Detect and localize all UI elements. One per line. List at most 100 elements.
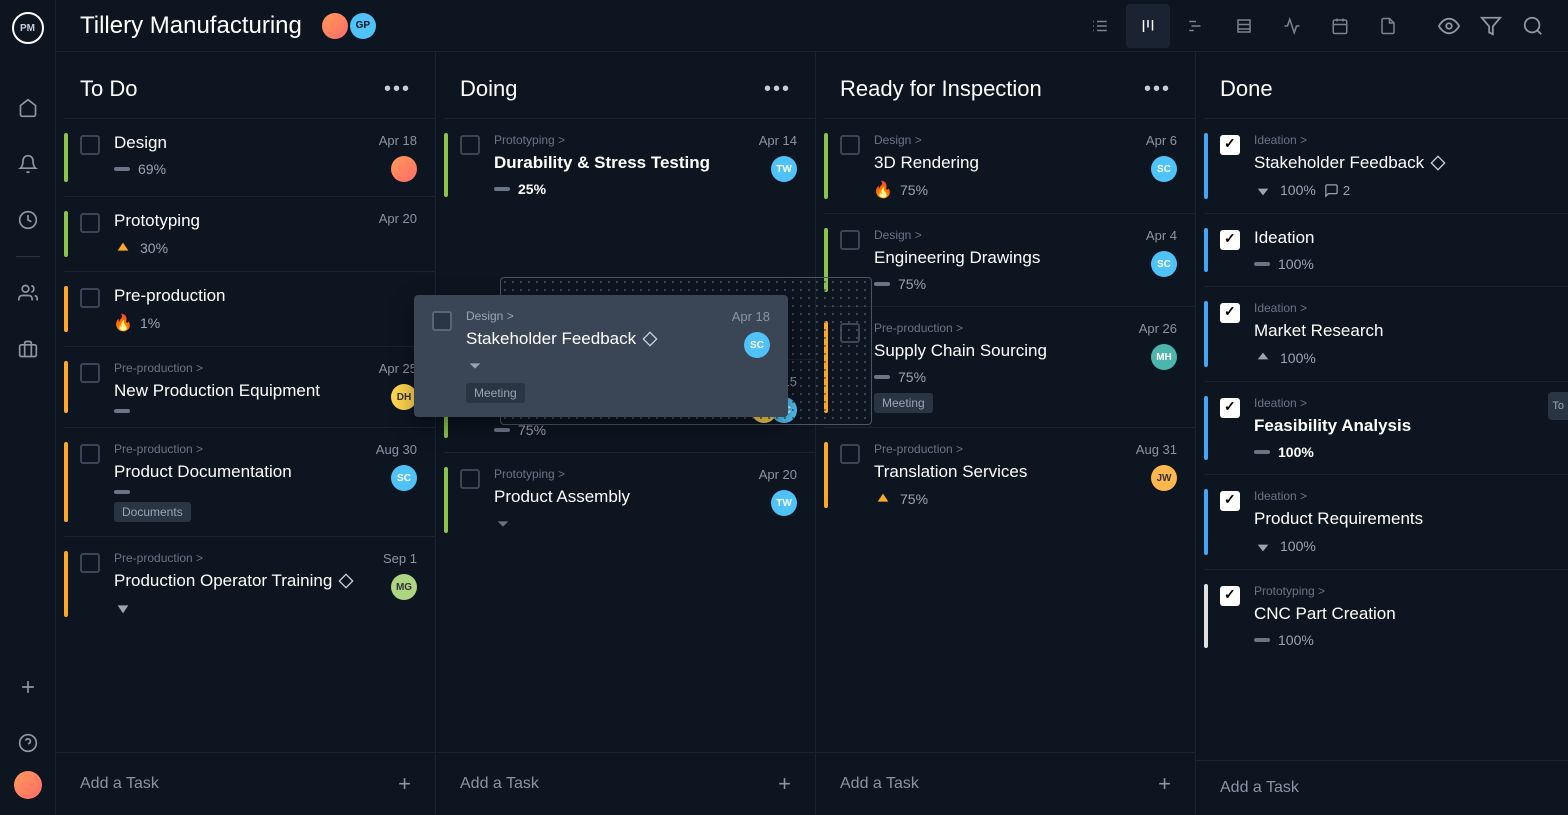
card-title: Product Assembly	[494, 487, 751, 507]
checkbox[interactable]	[840, 135, 860, 155]
briefcase-icon[interactable]	[16, 337, 40, 361]
search-icon[interactable]	[1522, 15, 1544, 37]
help-icon[interactable]	[16, 731, 40, 755]
add-task-button[interactable]: Add a Task	[1196, 760, 1568, 815]
assignee-avatar[interactable]: SC	[391, 465, 417, 491]
diamond-icon	[1430, 155, 1446, 171]
user-avatar[interactable]	[14, 771, 42, 799]
task-card[interactable]: Pre-production🔥1%	[64, 271, 435, 346]
add-task-button[interactable]: Add a Task+	[816, 752, 1195, 815]
card-title: Engineering Drawings	[874, 248, 1138, 268]
progress-icon	[1254, 638, 1270, 642]
assignee-avatar[interactable]: JW	[1151, 465, 1177, 491]
assignee-avatar[interactable]: MG	[391, 574, 417, 600]
checkbox[interactable]	[432, 311, 452, 331]
plus-icon[interactable]	[16, 675, 40, 699]
logo[interactable]: PM	[12, 12, 44, 44]
task-card[interactable]: Pre-production >Production Operator Trai…	[64, 536, 435, 631]
assignee-avatar[interactable]	[391, 156, 417, 182]
checkbox[interactable]	[1220, 586, 1240, 606]
tag: Documents	[114, 502, 191, 522]
checkbox[interactable]	[1220, 398, 1240, 418]
card-title: Product Requirements	[1254, 509, 1557, 529]
checkbox[interactable]	[80, 553, 100, 573]
sidebar: PM	[0, 0, 56, 815]
checkbox[interactable]	[80, 213, 100, 233]
dragging-card[interactable]: Design > Stakeholder Feedback Meeting Ap…	[414, 295, 788, 417]
clock-icon[interactable]	[16, 208, 40, 232]
assignee-avatar[interactable]: SC	[1151, 156, 1177, 182]
checkbox[interactable]	[1220, 303, 1240, 323]
assignee-avatar[interactable]: SC	[1151, 251, 1177, 277]
project-members[interactable]: GP	[322, 13, 376, 39]
task-card[interactable]: Pre-production >New Production Equipment…	[64, 346, 435, 427]
diamond-icon	[642, 331, 658, 347]
checkbox[interactable]	[460, 135, 480, 155]
checkbox[interactable]	[1220, 491, 1240, 511]
checkbox[interactable]	[840, 444, 860, 464]
column-menu-icon[interactable]: •••	[1144, 78, 1171, 101]
task-card[interactable]: Prototyping >Product AssemblyApr 20TW	[444, 452, 815, 547]
task-card[interactable]: Prototyping >Durability & Stress Testing…	[444, 118, 815, 211]
progress-icon	[874, 282, 890, 286]
progress-icon	[114, 490, 130, 494]
task-card[interactable]: Design69%Apr 18	[64, 118, 435, 196]
assignee-avatar[interactable]: TW	[771, 490, 797, 516]
checkbox[interactable]	[840, 230, 860, 250]
activity-view-icon[interactable]	[1270, 4, 1314, 48]
column-title: Doing	[460, 76, 517, 102]
chevron-down-icon	[466, 357, 484, 375]
checkbox[interactable]	[80, 288, 100, 308]
task-card[interactable]: Prototyping >CNC Part Creation100%	[1204, 569, 1568, 662]
sheet-view-icon[interactable]	[1222, 4, 1266, 48]
card-title: Stakeholder Feedback	[1254, 153, 1424, 173]
filter-icon[interactable]	[1480, 15, 1502, 37]
assignee-avatar[interactable]: TW	[771, 156, 797, 182]
progress-icon	[114, 167, 130, 171]
column-menu-icon[interactable]: •••	[384, 78, 411, 101]
task-card[interactable]: Design >3D Rendering🔥75%Apr 6SC	[824, 118, 1195, 213]
add-task-button[interactable]: Add a Task+	[56, 752, 435, 815]
checkbox[interactable]	[1220, 135, 1240, 155]
team-icon[interactable]	[16, 281, 40, 305]
task-card[interactable]: Ideation >Feasibility Analysis100%	[1204, 381, 1568, 474]
column-title: Done	[1220, 76, 1273, 102]
add-task-button[interactable]: Add a Task+	[436, 752, 815, 815]
gantt-view-icon[interactable]	[1174, 4, 1218, 48]
task-card[interactable]: Ideation >Market Research100%	[1204, 286, 1568, 381]
task-card[interactable]: Ideation100%	[1204, 213, 1568, 286]
checkbox[interactable]	[80, 363, 100, 383]
member-avatar[interactable]	[322, 13, 348, 39]
diamond-icon	[338, 573, 354, 589]
checkbox[interactable]	[80, 444, 100, 464]
task-card[interactable]: Prototyping30%Apr 20	[64, 196, 435, 271]
home-icon[interactable]	[16, 96, 40, 120]
calendar-view-icon[interactable]	[1318, 4, 1362, 48]
task-card[interactable]: Pre-production >Translation Services75%A…	[824, 427, 1195, 522]
assignee-avatar[interactable]: MH	[1151, 344, 1177, 370]
eye-icon[interactable]	[1438, 15, 1460, 37]
column-title: To Do	[80, 76, 137, 102]
task-card[interactable]: Ideation >Product Requirements100%	[1204, 474, 1568, 569]
project-title: Tillery Manufacturing	[80, 12, 302, 40]
checkbox[interactable]	[80, 135, 100, 155]
member-avatar-gp[interactable]: GP	[350, 13, 376, 39]
card-title: New Production Equipment	[114, 381, 371, 401]
files-view-icon[interactable]	[1366, 4, 1410, 48]
priority-up-icon	[114, 239, 132, 257]
bell-icon[interactable]	[16, 152, 40, 176]
checkbox[interactable]	[1220, 230, 1240, 250]
tag: Meeting	[874, 393, 933, 413]
board-view-icon[interactable]	[1126, 4, 1170, 48]
task-card[interactable]: Pre-production >Product DocumentationDoc…	[64, 427, 435, 536]
list-view-icon[interactable]	[1078, 4, 1122, 48]
checkbox[interactable]	[460, 469, 480, 489]
priority-up-icon	[1254, 349, 1272, 367]
column-menu-icon[interactable]: •••	[764, 78, 791, 101]
priority-down-icon	[1254, 181, 1272, 199]
task-card[interactable]: Ideation >Stakeholder Feedback100%2	[1204, 118, 1568, 213]
tag: Meeting	[466, 383, 525, 403]
task-card[interactable]: Pre-production >Supply Chain Sourcing75%…	[824, 306, 1195, 427]
assignee-avatar[interactable]: SC	[744, 332, 770, 358]
task-card[interactable]: Design >Engineering Drawings75%Apr 4SC	[824, 213, 1195, 306]
